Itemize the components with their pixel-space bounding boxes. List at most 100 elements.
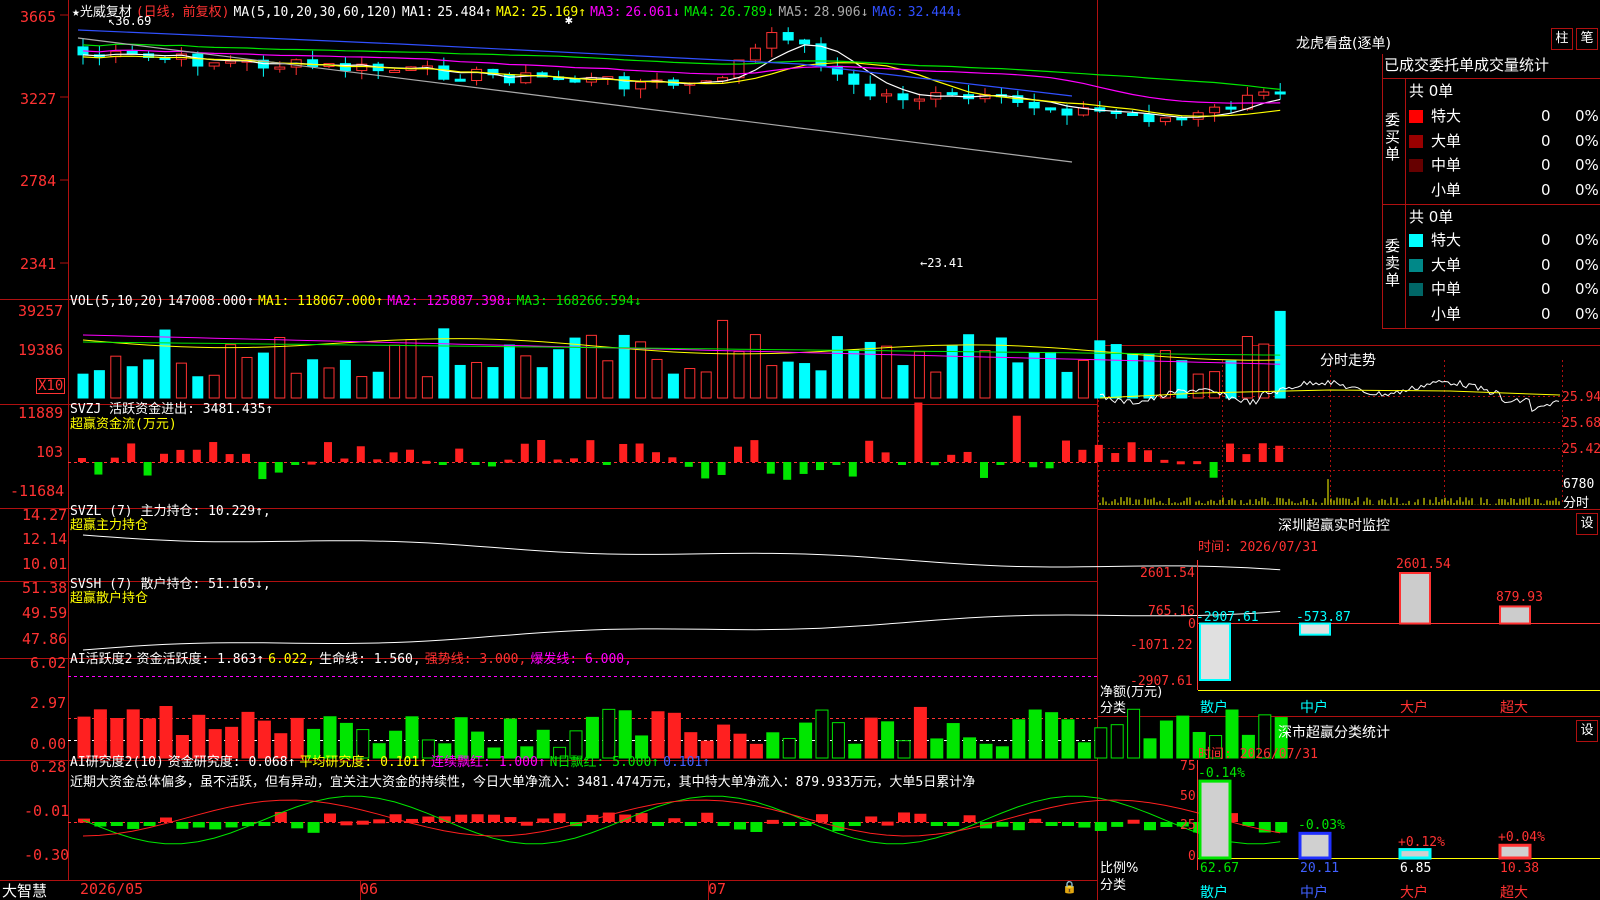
y-tick: -0.01	[24, 802, 70, 820]
monitor-category: 超大	[1500, 700, 1528, 716]
volume-bar	[585, 334, 597, 399]
volume-bar	[159, 329, 171, 399]
volume-bar	[208, 374, 220, 399]
order-color-swatch	[1409, 134, 1423, 148]
candle	[454, 78, 466, 82]
order-type: 中单	[1431, 280, 1462, 298]
candle	[913, 98, 925, 102]
research-bar	[340, 821, 353, 826]
ma-value: 25.484↑	[437, 5, 492, 20]
volume-bar	[77, 373, 89, 399]
ai1-part: 爆发线: 6.000,	[530, 652, 632, 667]
order-color-swatch	[1409, 110, 1423, 123]
flow-bar	[160, 453, 168, 462]
y-tick: 2.97	[30, 694, 67, 712]
flow-bar	[1209, 462, 1218, 478]
research-bar	[963, 815, 976, 822]
research-bar	[455, 814, 468, 822]
sc-xlabel: 分类	[1100, 878, 1127, 893]
sz-xlabel: 分类	[1100, 701, 1127, 716]
activity-bar	[946, 723, 960, 759]
buy-total: 共 0单	[1409, 82, 1454, 100]
activity-bar	[831, 722, 845, 759]
order-row: 大单 0 0%	[1409, 254, 1599, 274]
bar-mode-button[interactable]: 柱	[1551, 28, 1573, 50]
research-bar	[1045, 822, 1058, 826]
monitor-bar	[1299, 622, 1331, 636]
sz-settings-button[interactable]: 设	[1576, 513, 1598, 535]
activity-bar	[1159, 720, 1173, 759]
research-line	[82, 795, 1281, 845]
vol-unit-button[interactable]: X10	[36, 378, 66, 394]
sz-tick: -1071.22	[1130, 638, 1193, 653]
ratio-category: 超大	[1500, 885, 1528, 900]
order-count: 0	[1541, 231, 1551, 249]
volume-bar	[389, 344, 401, 399]
candle	[1209, 106, 1221, 114]
ai2-part: 连续飘红: 1.000↑	[431, 755, 546, 770]
flow-bar	[307, 461, 316, 465]
order-percent: 0%	[1575, 280, 1599, 298]
tick-mode-button[interactable]: 笔	[1576, 28, 1598, 50]
activity-bar	[1176, 715, 1190, 759]
order-row: 中单 0 0%	[1409, 278, 1599, 298]
research-bar	[684, 822, 697, 826]
ratio-bar	[1198, 779, 1232, 860]
favorite-star-icon[interactable]: ★	[72, 5, 80, 20]
volume-bar	[1209, 371, 1221, 399]
research-bar	[1127, 819, 1140, 824]
candle	[848, 73, 860, 85]
order-percent: 0%	[1575, 255, 1599, 274]
ratio-value-label: 6.85	[1400, 861, 1432, 876]
activity-bar	[1110, 724, 1124, 759]
volume-bar	[1012, 362, 1024, 399]
volume-bar	[848, 349, 860, 399]
order-type: 大单	[1431, 255, 1462, 274]
flow-bar	[1045, 462, 1054, 469]
y-tick: 103	[36, 443, 64, 461]
buy-orders-label: 委买单	[1385, 111, 1401, 163]
flow-bar	[209, 442, 218, 462]
flow-bar	[717, 462, 726, 475]
research-bar	[930, 822, 943, 826]
activity-bar	[881, 721, 895, 759]
candle	[864, 83, 876, 97]
x-tick: 2026/05	[80, 880, 144, 898]
vol-legend: VOL(5,10,20) 147008.000↑ MA1: 118067.000↑ M…	[70, 294, 646, 309]
research-bar	[898, 812, 910, 822]
svzl-value: 主力持仓: 10.229↑,	[140, 504, 271, 519]
candle	[192, 53, 204, 67]
sc-settings-button[interactable]: 设	[1576, 720, 1598, 742]
activity-bar	[1045, 712, 1059, 759]
ma-line	[82, 44, 1281, 118]
volume-bar	[684, 368, 696, 399]
flow-bar	[504, 459, 513, 463]
volume-bar	[356, 376, 368, 399]
vol-ma1: MA1: 118067.000↑	[258, 294, 384, 309]
flow-bar	[1176, 461, 1185, 465]
activity-bar	[1061, 719, 1075, 759]
flow-bar	[324, 442, 332, 462]
sz-tick: 2601.54	[1140, 566, 1195, 581]
vol-header: VOL(5,10,20)	[70, 294, 164, 309]
ai2-comment: 近期大资金总体偏多，虽不活跃，但有异动，宜关注大资金的持续性，今日大单净流入：3…	[70, 775, 976, 790]
activity-bar	[766, 732, 780, 759]
lock-icon[interactable]: 🔒	[1062, 880, 1077, 894]
ma-value: 32.444↓	[907, 5, 963, 20]
activity-bar	[733, 733, 747, 759]
candle	[126, 50, 138, 55]
volume-bar	[175, 362, 187, 399]
ratio-change-label: +0.04%	[1498, 830, 1545, 846]
flow-bar	[192, 449, 201, 462]
activity-bar	[782, 737, 796, 759]
volume-bar	[913, 351, 925, 399]
flow-bar	[570, 458, 578, 462]
y-tick: 0.28	[30, 758, 67, 776]
flow-bar	[389, 452, 398, 462]
order-color-swatch	[1409, 308, 1423, 321]
volume-bar	[536, 367, 548, 399]
y-tick: 0.00	[30, 735, 67, 753]
volume-bar	[1258, 343, 1270, 399]
order-count: 0	[1541, 280, 1551, 298]
order-percent: 0%	[1575, 231, 1599, 249]
